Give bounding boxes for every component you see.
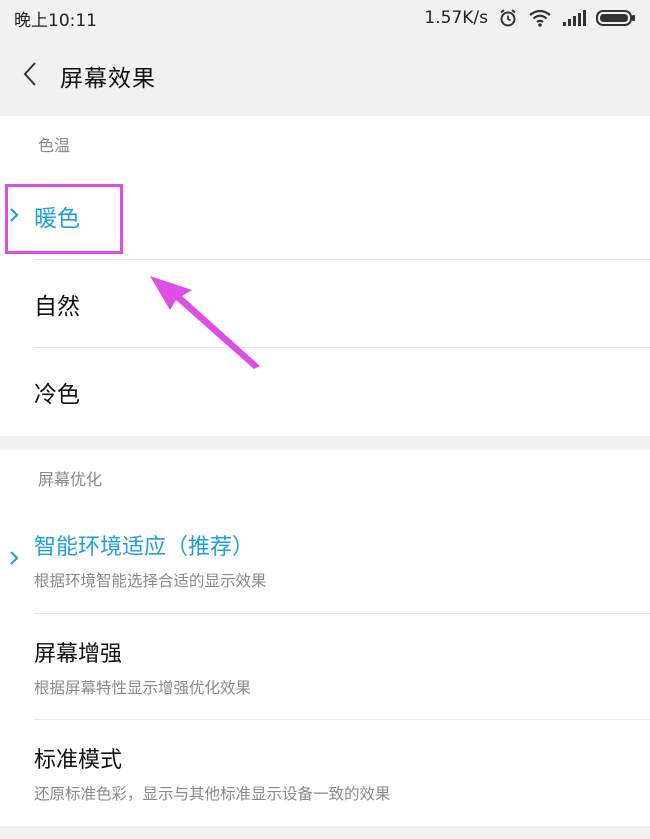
- option-label: 自然: [34, 294, 80, 320]
- option-description: 还原标准色彩，显示与其他标准显示设备一致的效果: [34, 785, 391, 803]
- option-screen-enhance[interactable]: 屏幕增强 根据屏幕特性显示增强优化效果: [0, 614, 650, 720]
- option-label: 屏幕增强: [34, 642, 123, 667]
- page-title: 屏幕效果: [60, 66, 156, 92]
- section-header-color-temperature: 色温: [38, 136, 71, 155]
- option-description: 根据环境智能选择合适的显示效果: [34, 572, 267, 590]
- title-bar: 屏幕效果: [0, 36, 650, 116]
- option-description: 根据屏幕特性显示增强优化效果: [34, 679, 252, 697]
- option-natural[interactable]: 自然: [0, 260, 650, 348]
- option-label: 暖色: [34, 206, 80, 232]
- back-arrow-icon: [22, 61, 38, 91]
- option-label: 智能环境适应（推荐）: [34, 535, 255, 560]
- status-bar: 晚上10:11 1.57K/s: [0, 0, 650, 36]
- option-label: 标准模式: [34, 748, 123, 773]
- status-time: 晚上10:11: [14, 10, 97, 31]
- battery-icon: [596, 9, 636, 27]
- option-warm[interactable]: 暖色: [0, 172, 650, 260]
- wifi-icon: [528, 9, 552, 27]
- alarm-icon: [498, 8, 518, 28]
- color-temperature-section: 色温 暖色 自然 冷色: [0, 116, 650, 436]
- back-button[interactable]: [0, 36, 60, 116]
- signal-icon: [562, 10, 586, 26]
- network-speed: 1.57K/s: [424, 8, 488, 28]
- option-standard-mode[interactable]: 标准模式 还原标准色彩，显示与其他标准显示设备一致的效果: [0, 720, 650, 826]
- section-header-screen-optimization: 屏幕优化: [38, 470, 103, 489]
- option-smart-adaptive[interactable]: 智能环境适应（推荐） 根据环境智能选择合适的显示效果: [0, 506, 650, 614]
- option-cool[interactable]: 冷色: [0, 348, 650, 436]
- status-right: 1.57K/s: [424, 8, 636, 28]
- selected-chevron-icon: [9, 203, 19, 229]
- screen-optimization-section: 屏幕优化 智能环境适应（推荐） 根据环境智能选择合适的显示效果 屏幕增强 根据屏…: [0, 450, 650, 826]
- option-label: 冷色: [34, 382, 80, 408]
- selected-chevron-icon: [9, 550, 19, 570]
